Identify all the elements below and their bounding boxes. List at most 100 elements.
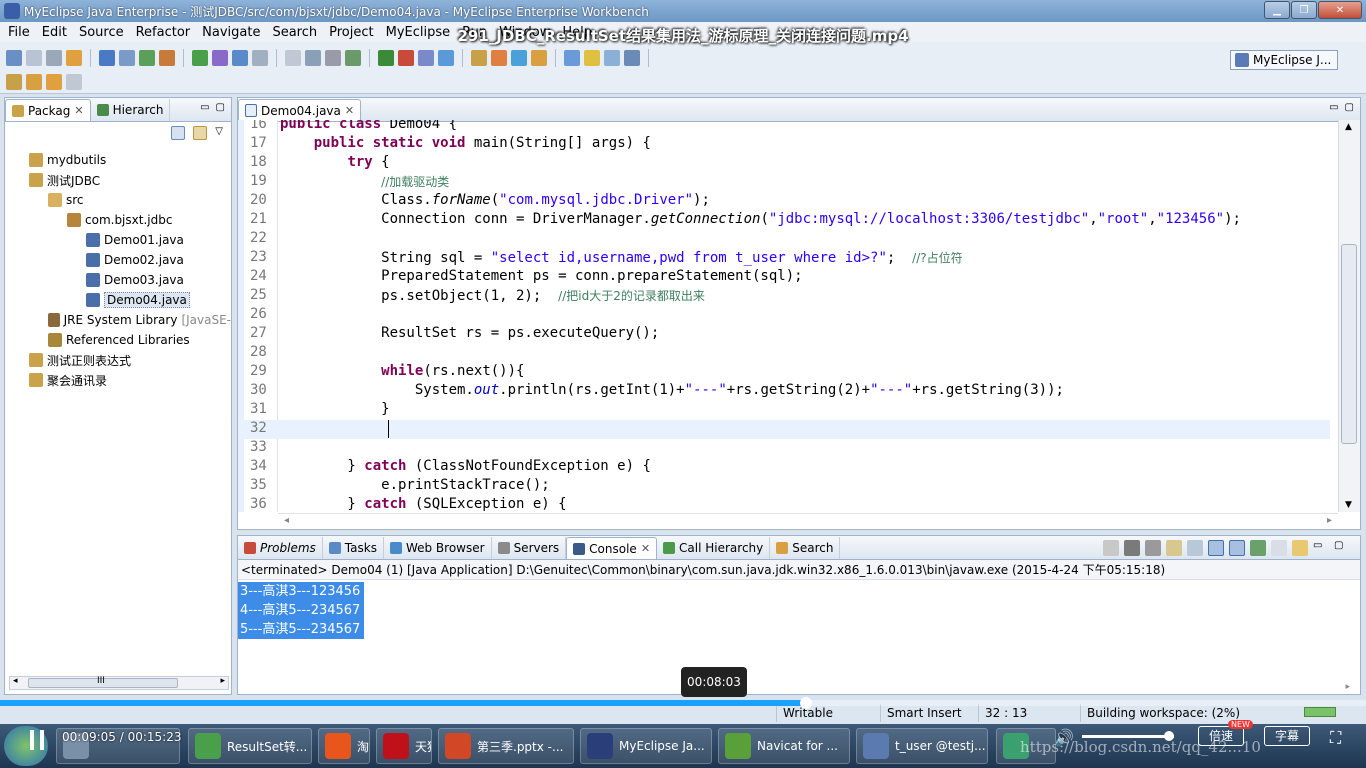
code-line[interactable]: 26	[238, 306, 1330, 325]
toolbar-button-6[interactable]	[119, 50, 135, 66]
toolbar-button-14[interactable]	[305, 50, 321, 66]
taskbar-item[interactable]: MyEclipse Ja...	[580, 728, 712, 764]
toolbar-button-21[interactable]	[471, 50, 487, 66]
code-line[interactable]: 29 while(rs.next()){	[238, 363, 1330, 382]
tree-item[interactable]: mydbutils	[5, 150, 231, 170]
toolbar-button-18[interactable]	[398, 50, 414, 66]
code-line[interactable]: 33	[238, 439, 1330, 458]
nav-button-3[interactable]	[46, 74, 62, 90]
code-line[interactable]: 24 PreparedStatement ps = conn.prepareSt…	[238, 268, 1330, 287]
minimize-view-icon[interactable]: ▭	[1329, 102, 1338, 113]
link-editor-icon[interactable]	[193, 126, 208, 140]
nav-button-1[interactable]	[6, 74, 22, 90]
toolbar-button-5[interactable]	[99, 50, 115, 66]
remove-launch-icon[interactable]	[1124, 540, 1140, 556]
volume-slider[interactable]	[1082, 735, 1174, 738]
close-icon[interactable]: ✕	[74, 104, 83, 117]
code-line[interactable]: 16 public class Demo04 {	[238, 120, 1330, 135]
tab-console[interactable]: Console ✕	[566, 537, 658, 559]
close-icon[interactable]: ✕	[345, 104, 354, 117]
fullscreen-icon[interactable]: ⛶	[1330, 728, 1341, 748]
editor-hscrollbar[interactable]: ◂ ▸	[278, 513, 1338, 529]
taskbar-item[interactable]: Navicat for ...	[718, 728, 850, 764]
scroll-lock-icon[interactable]	[1187, 540, 1203, 556]
show-on-error-icon[interactable]	[1229, 540, 1245, 556]
toolbar-button-22[interactable]	[491, 50, 507, 66]
console-scroll-right-icon[interactable]: ▸	[1345, 682, 1350, 692]
nav-button-4[interactable]	[66, 74, 82, 90]
tree-item[interactable]: com.bjsxt.jdbc	[5, 210, 231, 230]
code-line[interactable]: 21 Connection conn = DriverManager.getCo…	[238, 211, 1330, 230]
tab-demo04[interactable]: Demo04.java ✕	[238, 99, 362, 121]
console-line[interactable]: 3---高淇3---123456	[238, 582, 365, 601]
tree-item[interactable]: 测试JDBC	[5, 170, 231, 190]
console-output[interactable]: 3---高淇3---123456 4---高淇5---234567 5---高淇5-…	[238, 580, 1360, 639]
tab-tasks[interactable]: Tasks	[323, 537, 384, 559]
nav-button-2[interactable]	[26, 74, 42, 90]
toolbar-button-23[interactable]	[511, 50, 527, 66]
toolbar-button-20[interactable]	[438, 50, 454, 66]
tab-package-explorer[interactable]: Packag ✕	[5, 99, 91, 121]
clear-console-icon[interactable]	[1166, 540, 1182, 556]
code-line[interactable]: 18 try {	[238, 154, 1330, 173]
scroll-down-icon[interactable]: ▼	[1345, 500, 1352, 510]
code-line[interactable]: 19 //加载驱动类	[238, 173, 1330, 192]
toolbar-button-12[interactable]	[252, 50, 268, 66]
maximize-view-icon[interactable]: ▢	[216, 102, 225, 113]
toolbar-button-10[interactable]	[212, 50, 228, 66]
scroll-left-icon[interactable]: ◂	[284, 515, 289, 526]
terminate-icon[interactable]	[1103, 540, 1119, 556]
tree-item[interactable]: src	[5, 190, 231, 210]
code-line[interactable]: 35 e.printStackTrace();	[238, 477, 1330, 496]
toolbar-button-2[interactable]	[26, 50, 42, 66]
code-line[interactable]: 36 } catch (SQLException e) {	[238, 496, 1330, 512]
explorer-hscrollbar[interactable]: ◂ III ▸	[9, 676, 229, 690]
code-line[interactable]: 31 }	[238, 401, 1330, 420]
code-line[interactable]: 34 } catch (ClassNotFoundException e) {	[238, 458, 1330, 477]
code-line[interactable]: 17 public static void main(String[] args…	[238, 135, 1330, 154]
toolbar-button-7[interactable]	[139, 50, 155, 66]
tab-web-browser[interactable]: Web Browser	[384, 537, 492, 559]
toolbar-button-26[interactable]	[584, 50, 600, 66]
scrollbar-thumb[interactable]: III	[28, 676, 178, 688]
tab-hierarchy[interactable]: Hierarch	[91, 99, 171, 121]
maximize-button[interactable]: ❐	[1291, 1, 1317, 19]
tree-item[interactable]: Demo02.java	[5, 250, 231, 270]
tree-item[interactable]: 测试正则表达式	[5, 350, 231, 370]
view-menu-icon[interactable]: ▽	[215, 126, 223, 140]
tab-problems[interactable]: Problems	[238, 537, 323, 559]
volume-icon[interactable]: 🔊	[1054, 728, 1074, 748]
tree-item[interactable]: Demo04.java	[5, 290, 231, 310]
tree-item[interactable]: Demo03.java	[5, 270, 231, 290]
minimize-button[interactable]: ▁	[1264, 1, 1290, 19]
scroll-right-icon[interactable]: ▸	[220, 676, 225, 686]
console-line[interactable]: 4---高淇5---234567	[238, 601, 365, 620]
code-area[interactable]: 16 public class Demo04 {17 public static …	[238, 120, 1330, 512]
pause-icon[interactable]	[28, 730, 48, 752]
taskbar-item[interactable]: 第三季.pptx -...	[438, 728, 574, 764]
minimize-view-icon[interactable]: ▭	[1313, 540, 1329, 556]
tree-item[interactable]: 聚会通讯录	[5, 370, 231, 390]
speed-button[interactable]: 倍速	[1198, 726, 1244, 746]
toolbar-button-8[interactable]	[159, 50, 175, 66]
toolbar-button-16[interactable]	[345, 50, 361, 66]
code-line[interactable]: 23 String sql = "select id,username,pwd …	[238, 249, 1330, 268]
code-line[interactable]: 28	[238, 344, 1330, 363]
toolbar-button-3[interactable]	[46, 50, 62, 66]
video-progress-track[interactable]	[0, 697, 1366, 709]
video-progress-knob[interactable]	[799, 697, 812, 709]
tab-search[interactable]: Search	[770, 537, 841, 559]
maximize-view-icon[interactable]: ▢	[1334, 540, 1350, 556]
perspective-switcher[interactable]: MyEclipse J...	[1230, 50, 1338, 70]
maximize-view-icon[interactable]: ▢	[1345, 102, 1354, 113]
code-line[interactable]: 27 ResultSet rs = ps.executeQuery();	[238, 325, 1330, 344]
remove-all-icon[interactable]	[1145, 540, 1161, 556]
collapse-all-icon[interactable]	[171, 126, 186, 140]
taskbar-item[interactable]: 天猫	[376, 728, 432, 764]
toolbar-button-28[interactable]	[624, 50, 640, 66]
toolbar-button-15[interactable]	[325, 50, 341, 66]
close-button[interactable]: ✕	[1318, 1, 1362, 19]
toolbar-button-1[interactable]	[6, 50, 22, 66]
tree-item[interactable]: Demo01.java	[5, 230, 231, 250]
toolbar-button-25[interactable]	[564, 50, 580, 66]
